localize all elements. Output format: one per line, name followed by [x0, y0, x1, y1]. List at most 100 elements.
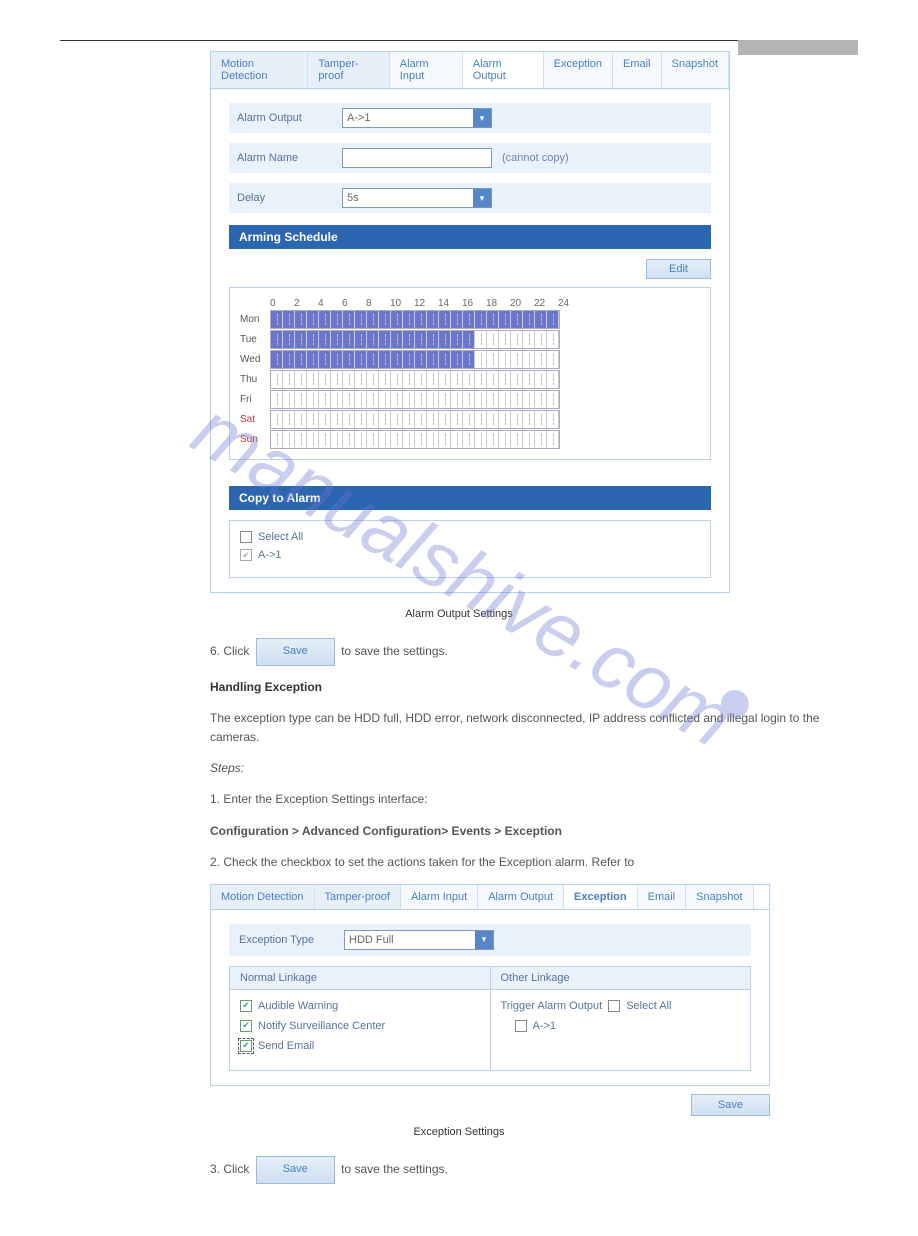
schedule-cell[interactable] [535, 411, 547, 428]
tab-email-2[interactable]: Email [638, 885, 687, 909]
schedule-cell[interactable] [379, 351, 391, 368]
tab-exception[interactable]: Exception [544, 52, 613, 88]
schedule-cell[interactable] [379, 431, 391, 448]
schedule-cell[interactable] [403, 331, 415, 348]
schedule-cell[interactable] [295, 391, 307, 408]
schedule-cell[interactable] [343, 411, 355, 428]
schedule-cell[interactable] [535, 391, 547, 408]
alarm-output-select[interactable]: A->1 ▾ [342, 108, 492, 128]
schedule-cell[interactable] [535, 371, 547, 388]
tab-snapshot-2[interactable]: Snapshot [686, 885, 753, 909]
schedule-cell[interactable] [283, 431, 295, 448]
schedule-cell[interactable] [463, 431, 475, 448]
schedule-cell[interactable] [391, 371, 403, 388]
schedule-cell[interactable] [487, 431, 499, 448]
inline-save-button-2[interactable]: Save [256, 1156, 335, 1184]
schedule-cell[interactable] [283, 351, 295, 368]
schedule-cell[interactable] [475, 371, 487, 388]
checkbox-icon[interactable]: ✔ [240, 549, 252, 561]
schedule-cell[interactable] [523, 391, 535, 408]
schedule-cell[interactable] [475, 431, 487, 448]
tab-motion-2[interactable]: Motion Detection [211, 885, 315, 909]
schedule-cell[interactable] [547, 331, 559, 348]
schedule-cell[interactable] [475, 311, 487, 328]
tab-alarm-input[interactable]: Alarm Input [390, 52, 463, 88]
schedule-cell[interactable] [307, 331, 319, 348]
schedule-cell[interactable] [463, 311, 475, 328]
schedule-cell[interactable] [463, 371, 475, 388]
schedule-cell[interactable] [367, 351, 379, 368]
schedule-cell[interactable] [307, 411, 319, 428]
tab-email[interactable]: Email [613, 52, 662, 88]
schedule-cell[interactable] [295, 351, 307, 368]
schedule-cell[interactable] [427, 431, 439, 448]
schedule-cell[interactable] [511, 391, 523, 408]
schedule-cell[interactable] [439, 391, 451, 408]
schedule-cell[interactable] [547, 351, 559, 368]
schedule-cell[interactable] [271, 411, 283, 428]
schedule-cell[interactable] [415, 311, 427, 328]
schedule-cell[interactable] [331, 391, 343, 408]
exception-type-select[interactable]: HDD Full ▾ [344, 930, 494, 950]
schedule-cell[interactable] [355, 411, 367, 428]
schedule-cell[interactable] [415, 371, 427, 388]
schedule-cell[interactable] [523, 371, 535, 388]
schedule-cell[interactable] [331, 311, 343, 328]
schedule-cell[interactable] [367, 331, 379, 348]
schedule-cell[interactable] [427, 351, 439, 368]
schedule-cell[interactable] [307, 371, 319, 388]
tab-tamper[interactable]: Tamper-proof [308, 52, 389, 88]
schedule-cell[interactable] [523, 331, 535, 348]
schedule-cell[interactable] [319, 411, 331, 428]
schedule-cell[interactable] [343, 431, 355, 448]
schedule-cell[interactable] [439, 411, 451, 428]
schedule-cell[interactable] [343, 391, 355, 408]
schedule-cell[interactable] [295, 311, 307, 328]
inline-save-button[interactable]: Save [256, 638, 335, 666]
delay-select[interactable]: 5s ▾ [342, 188, 492, 208]
schedule-cell[interactable] [523, 431, 535, 448]
tab-snapshot[interactable]: Snapshot [662, 52, 729, 88]
schedule-cell[interactable] [487, 411, 499, 428]
schedule-cell[interactable] [451, 311, 463, 328]
schedule-cell[interactable] [403, 391, 415, 408]
schedule-cell[interactable] [283, 391, 295, 408]
schedule-cell[interactable] [391, 311, 403, 328]
checkbox-icon[interactable]: ✔ [240, 1040, 252, 1052]
schedule-cell[interactable] [319, 371, 331, 388]
schedule-cell[interactable] [331, 411, 343, 428]
edit-button[interactable]: Edit [646, 259, 711, 279]
tab-alarm-input-2[interactable]: Alarm Input [401, 885, 478, 909]
schedule-cell[interactable] [499, 351, 511, 368]
schedule-cell[interactable] [427, 391, 439, 408]
schedule-cell[interactable] [331, 351, 343, 368]
schedule-cell[interactable] [367, 391, 379, 408]
schedule-cell[interactable] [511, 331, 523, 348]
schedule-cell[interactable] [475, 351, 487, 368]
schedule-cell[interactable] [403, 351, 415, 368]
checkbox-icon[interactable] [515, 1020, 527, 1032]
schedule-cell[interactable] [307, 311, 319, 328]
schedule-cell[interactable] [487, 351, 499, 368]
schedule-cell[interactable] [499, 311, 511, 328]
schedule-cell[interactable] [463, 411, 475, 428]
schedule-cell[interactable] [463, 351, 475, 368]
schedule-cell[interactable] [535, 351, 547, 368]
save-button[interactable]: Save [691, 1094, 770, 1116]
schedule-cell[interactable] [367, 311, 379, 328]
schedule-cell[interactable] [415, 431, 427, 448]
tab-alarm-output-2[interactable]: Alarm Output [478, 885, 564, 909]
schedule-cell[interactable] [379, 391, 391, 408]
schedule-cell[interactable] [283, 311, 295, 328]
schedule-cell[interactable] [439, 331, 451, 348]
checkbox-icon[interactable]: ✔ [240, 1000, 252, 1012]
trigger-option-row[interactable]: A->1 [515, 1020, 741, 1032]
schedule-cell[interactable] [463, 391, 475, 408]
schedule-cell[interactable] [439, 311, 451, 328]
schedule-cell[interactable] [283, 371, 295, 388]
schedule-cell[interactable] [499, 431, 511, 448]
schedule-cell[interactable] [463, 331, 475, 348]
schedule-cell[interactable] [343, 311, 355, 328]
schedule-cell[interactable] [487, 371, 499, 388]
schedule-cell[interactable] [547, 391, 559, 408]
